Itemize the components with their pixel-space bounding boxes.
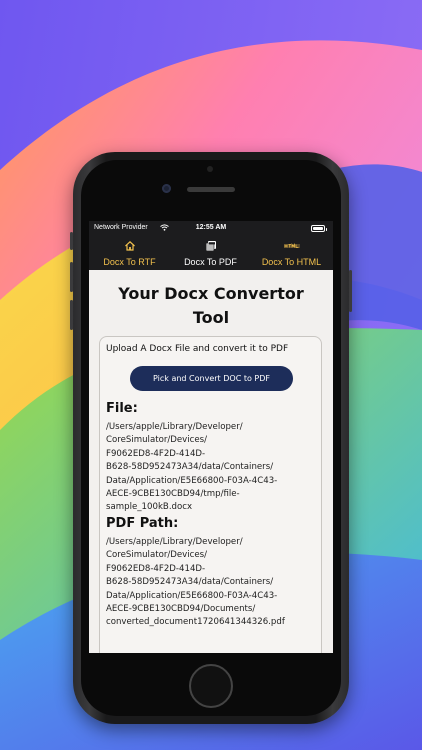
pdf-path-text: /Users/apple/Library/Developer/ CoreSimu…: [106, 537, 285, 628]
tab-docx-to-rtf[interactable]: Docx To RTF: [89, 237, 170, 270]
volume-up-button: [70, 262, 73, 292]
tab-docx-to-rtf-label: Docx To RTF: [103, 257, 156, 267]
app-screen: Network Provider 12:55 AM Docx To RTF Do…: [89, 221, 333, 653]
converter-card: Upload A Docx File and convert it to PDF…: [99, 336, 322, 653]
main-content: Your Docx Convertor Tool Upload A Docx F…: [89, 270, 333, 653]
home-icon: [124, 240, 135, 251]
status-bar: Network Provider 12:55 AM: [89, 221, 333, 237]
tab-docx-to-html-label: Docx To HTML: [261, 257, 322, 267]
proximity-sensor: [207, 166, 213, 172]
status-time: 12:55 AM: [195, 224, 227, 231]
tab-docx-to-pdf[interactable]: Docx To PDF: [170, 237, 251, 270]
page-title: Your Docx Convertor Tool: [118, 284, 304, 327]
pdf-icon: [205, 241, 216, 252]
battery-icon: [311, 225, 327, 232]
mute-switch: [70, 232, 73, 250]
home-button[interactable]: [189, 664, 233, 708]
file-label: File:: [106, 401, 138, 416]
pdf-path-label: PDF Path:: [106, 516, 179, 531]
power-button: [349, 270, 352, 312]
volume-down-button: [70, 300, 73, 330]
tab-docx-to-pdf-label: Docx To PDF: [184, 257, 237, 267]
file-path-text: /Users/apple/Library/Developer/ CoreSimu…: [106, 422, 278, 513]
earpiece-speaker: [187, 187, 235, 192]
tab-bar: Docx To RTF Docx To PDF Docx To HTML: [89, 237, 333, 270]
html-icon: [283, 243, 300, 248]
front-camera-icon: [162, 184, 171, 193]
tab-docx-to-html[interactable]: Docx To HTML: [251, 237, 332, 270]
upload-instructions: Upload A Docx File and convert it to PDF: [106, 344, 289, 354]
pick-and-convert-button[interactable]: Pick and Convert DOC to PDF: [130, 366, 293, 391]
